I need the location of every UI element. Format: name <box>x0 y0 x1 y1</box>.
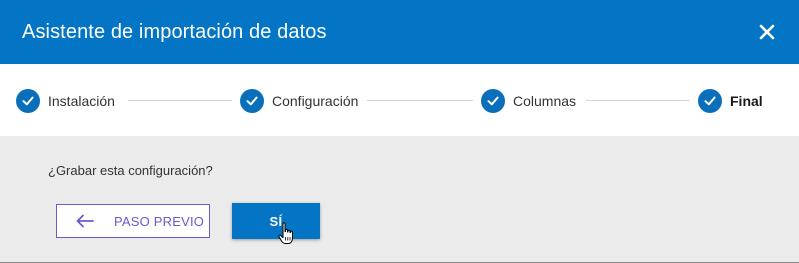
dialog-header: Asistente de importación de datos <box>0 0 799 64</box>
import-wizard-dialog: Asistente de importación de datos Instal… <box>0 0 799 263</box>
check-icon <box>481 89 505 113</box>
wizard-steps: Instalación Configuración Columnas Final <box>0 64 799 136</box>
check-icon <box>698 89 722 113</box>
confirm-question: ¿Grabar esta configuración? <box>48 163 213 178</box>
dialog-body: ¿Grabar esta configuración? PASO PREVIO … <box>0 136 799 262</box>
yes-button[interactable]: SÍ <box>232 203 320 239</box>
step-label: Final <box>730 93 763 109</box>
previous-step-button[interactable]: PASO PREVIO <box>56 204 210 238</box>
step-connector <box>367 100 473 101</box>
check-icon <box>240 89 264 113</box>
check-icon <box>16 89 40 113</box>
step-connector <box>128 100 232 101</box>
step-instalacion: Instalación <box>16 88 115 114</box>
close-button[interactable] <box>755 20 779 44</box>
step-connector <box>586 100 690 101</box>
yes-button-label: SÍ <box>269 213 283 229</box>
step-label: Columnas <box>513 93 577 109</box>
step-label: Configuración <box>272 93 359 109</box>
step-final: Final <box>698 88 763 114</box>
step-configuracion: Configuración <box>240 88 358 114</box>
arrow-left-icon <box>76 214 94 228</box>
close-icon <box>759 24 775 40</box>
previous-step-label: PASO PREVIO <box>114 213 205 229</box>
step-columnas: Columnas <box>481 88 576 114</box>
dialog-title: Asistente de importación de datos <box>22 21 327 43</box>
step-label: Instalación <box>48 93 115 109</box>
